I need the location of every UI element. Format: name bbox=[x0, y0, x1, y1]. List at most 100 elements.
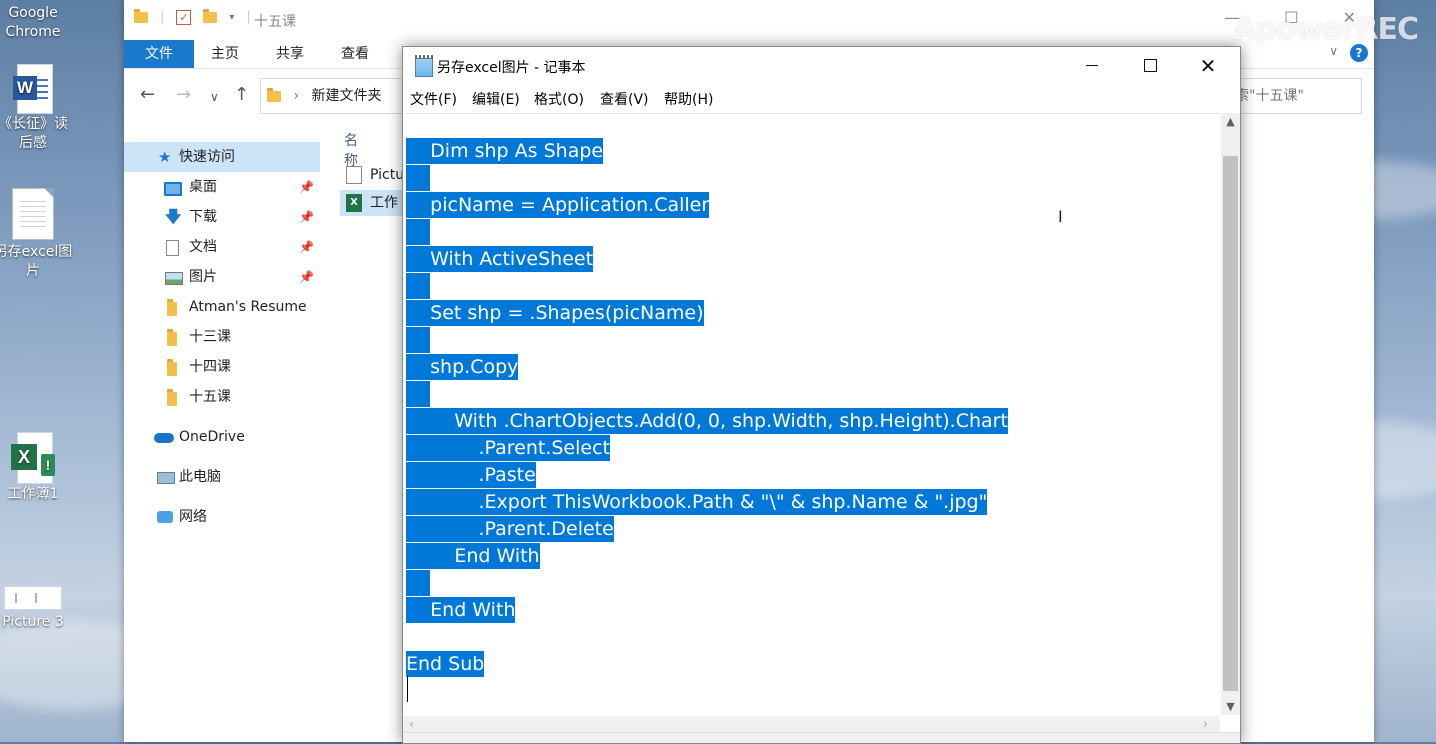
menu-edit[interactable]: 编辑(E) bbox=[472, 89, 520, 109]
folder-icon bbox=[134, 9, 148, 23]
folder-icon bbox=[167, 329, 177, 346]
properties-icon[interactable]: ✓ bbox=[176, 10, 192, 25]
quick-access-toolbar: | ✓ ▾ | bbox=[134, 9, 251, 25]
notepad-menu-bar: 文件(F) 编辑(E) 格式(O) 查看(V) 帮助(H) bbox=[403, 85, 1240, 111]
code-line-text: .Export ThisWorkbook.Path & "\" & shp.Na… bbox=[406, 489, 988, 515]
desktop-icon-picture[interactable]: Picture 3 bbox=[0, 586, 73, 632]
back-arrow-icon[interactable]: ← bbox=[140, 84, 155, 105]
desktop-icon-label: 工作簿1 bbox=[7, 486, 59, 502]
new-folder-icon[interactable] bbox=[203, 9, 218, 23]
menu-help[interactable]: 帮助(H) bbox=[664, 89, 713, 109]
nav-onedrive[interactable]: OneDrive bbox=[124, 422, 320, 452]
tab-share[interactable]: 共享 bbox=[276, 40, 304, 68]
nav-item-label: 快速访问 bbox=[179, 149, 235, 165]
pin-icon[interactable]: 📌 bbox=[299, 232, 314, 262]
nav-item-label: 桌面 bbox=[189, 179, 217, 195]
menu-view[interactable]: 查看(V) bbox=[600, 89, 649, 109]
nav-quick-access[interactable]: ★ 快速访问 bbox=[124, 142, 320, 172]
text-file-icon bbox=[12, 188, 54, 240]
notepad-app-icon bbox=[415, 55, 433, 77]
notepad-text-area[interactable]: Dim shp As Shape picName = Application.C… bbox=[406, 113, 1220, 716]
breadcrumb[interactable]: 新建文件夹 bbox=[312, 88, 382, 104]
scroll-up-arrow-icon[interactable]: ▲ bbox=[1221, 115, 1240, 128]
minimize-button[interactable] bbox=[1063, 47, 1121, 85]
code-line-text: shp.Copy bbox=[406, 354, 519, 380]
recent-locations-icon[interactable]: ∨ bbox=[210, 90, 219, 104]
nav-item-label: 下载 bbox=[189, 209, 217, 225]
folder-icon bbox=[167, 389, 177, 406]
breadcrumb-chevron-icon: › bbox=[293, 88, 300, 104]
navigation-pane: ★ 快速访问 桌面 📌 🡇 下载 📌 文档 📌 图片 📌 Atman's Res… bbox=[124, 130, 320, 742]
code-line-text: With ActiveSheet bbox=[406, 246, 594, 272]
code-line: End With bbox=[406, 597, 516, 623]
code-line-text: Set shp = .Shapes(picName) bbox=[406, 300, 704, 326]
nav-item-label: 文档 bbox=[189, 239, 217, 255]
code-line bbox=[406, 570, 430, 596]
nav-item-documents[interactable]: 文档 📌 bbox=[124, 232, 320, 262]
close-button[interactable]: ✕ bbox=[1179, 47, 1237, 85]
code-line: With ActiveSheet bbox=[406, 246, 594, 272]
scroll-right-arrow-icon[interactable]: › bbox=[1203, 716, 1208, 733]
tab-view[interactable]: 查看 bbox=[341, 40, 369, 68]
onedrive-cloud-icon bbox=[154, 433, 174, 443]
nav-item-lesson-13[interactable]: 十三课 bbox=[124, 322, 320, 352]
desktop-icon-chrome[interactable]: Google Chrome bbox=[0, 4, 73, 42]
picture-file-icon bbox=[346, 166, 362, 184]
pin-icon[interactable]: 📌 bbox=[299, 202, 314, 232]
code-line-text bbox=[406, 219, 430, 245]
forward-arrow-icon[interactable]: → bbox=[176, 84, 191, 105]
code-line: End Sub bbox=[406, 651, 485, 677]
maximize-button[interactable] bbox=[1121, 47, 1179, 85]
file-name: 工作 bbox=[370, 195, 398, 211]
scroll-left-arrow-icon[interactable]: ‹ bbox=[409, 716, 414, 733]
folder-icon bbox=[167, 299, 177, 316]
menu-file[interactable]: 文件(F) bbox=[410, 89, 457, 109]
code-line bbox=[406, 219, 430, 245]
tab-file[interactable]: 文件 bbox=[124, 40, 194, 68]
code-line-text: With .ChartObjects.Add(0, 0, shp.Width, … bbox=[406, 408, 1008, 434]
file-name: Pictu bbox=[370, 167, 405, 183]
pin-icon[interactable]: 📌 bbox=[299, 172, 314, 202]
pictures-icon bbox=[165, 272, 183, 285]
desktop-icon-excel-workbook[interactable]: X! 工作簿1 bbox=[0, 432, 73, 504]
scrollbar-thumb[interactable] bbox=[1223, 156, 1238, 691]
horizontal-scrollbar[interactable]: ‹ › bbox=[403, 716, 1220, 733]
code-line-text bbox=[406, 165, 430, 191]
nav-item-lesson-14[interactable]: 十四课 bbox=[124, 352, 320, 382]
desktop-icon-label: Picture 3 bbox=[2, 614, 64, 630]
file-row[interactable]: Pictu bbox=[340, 162, 404, 188]
scroll-down-arrow-icon[interactable]: ▼ bbox=[1221, 700, 1240, 713]
menu-format[interactable]: 格式(O) bbox=[534, 89, 584, 109]
nav-item-pictures[interactable]: 图片 📌 bbox=[124, 262, 320, 292]
excel-file-icon: X bbox=[346, 194, 362, 212]
code-line: Set shp = .Shapes(picName) bbox=[406, 300, 704, 326]
tab-home[interactable]: 主页 bbox=[211, 40, 239, 68]
code-line-text: End With bbox=[406, 543, 540, 569]
explorer-title-bar: | ✓ ▾ | 十五课 — ☐ ✕ bbox=[124, 0, 1374, 40]
status-bar bbox=[403, 732, 1240, 743]
code-line: .Export ThisWorkbook.Path & "\" & shp.Na… bbox=[406, 489, 988, 515]
code-line: picName = Application.Caller bbox=[406, 192, 710, 218]
desktop-icon-label: Google Chrome bbox=[5, 5, 61, 40]
desktop-icon-word-doc[interactable]: W 《长征》读后感 bbox=[0, 64, 73, 153]
pin-icon[interactable]: 📌 bbox=[299, 262, 314, 292]
nav-item-desktop[interactable]: 桌面 📌 bbox=[124, 172, 320, 202]
notepad-title-bar: 另存excel图片 - 记事本 ✕ bbox=[403, 47, 1240, 85]
code-line bbox=[406, 273, 430, 299]
code-line: With .ChartObjects.Add(0, 0, shp.Width, … bbox=[406, 408, 1008, 434]
file-row[interactable]: X 工作 bbox=[340, 190, 404, 216]
nav-item-downloads[interactable]: 🡇 下载 📌 bbox=[124, 202, 320, 232]
desktop-icon-label: 《长征》读后感 bbox=[0, 116, 68, 151]
nav-item-atmans-resume[interactable]: Atman's Resume bbox=[124, 292, 320, 322]
nav-item-label: 十四课 bbox=[189, 359, 231, 375]
vertical-scrollbar[interactable]: ▲ ▼ bbox=[1221, 113, 1240, 715]
nav-network[interactable]: 网络 bbox=[124, 502, 320, 532]
maximize-icon bbox=[1143, 59, 1157, 72]
up-arrow-icon[interactable]: ↑ bbox=[234, 84, 249, 105]
code-line: Dim shp As Shape bbox=[406, 138, 604, 164]
desktop-icon-text-file[interactable]: 另存excel图片 bbox=[0, 188, 73, 281]
nav-item-lesson-15[interactable]: 十五课 bbox=[124, 382, 320, 412]
customize-toolbar-icon[interactable]: ▾ bbox=[229, 12, 234, 23]
code-line: shp.Copy bbox=[406, 354, 519, 380]
nav-this-pc[interactable]: 此电脑 bbox=[124, 462, 320, 492]
